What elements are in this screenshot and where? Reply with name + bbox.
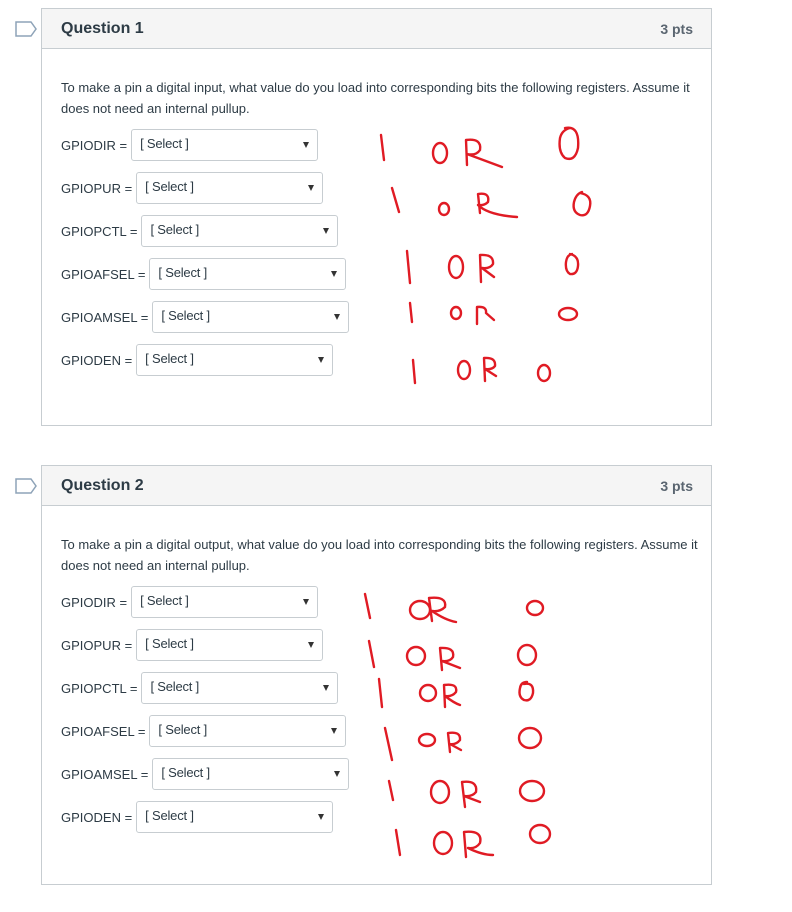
gpiopur-select[interactable]: [ Select ] xyxy=(136,629,324,661)
field-label: GPIOPUR = xyxy=(61,637,133,653)
select-value: [ Select ] xyxy=(145,179,194,194)
caret-down-icon xyxy=(323,228,330,234)
gpioafsel-select[interactable]: [ Select ] xyxy=(149,715,347,747)
question-header: Question 1 3 pts xyxy=(42,9,711,49)
question-2: Question 2 3 pts To make a pin a digital… xyxy=(41,465,712,885)
field-row-gpiopctl: GPIOPCTL = [ Select ] xyxy=(61,672,339,704)
field-label: GPIOPUR = xyxy=(61,180,133,196)
select-value: [ Select ] xyxy=(145,808,194,823)
bookmark-icon[interactable] xyxy=(15,21,37,37)
field-row-gpiopur: GPIOPUR = [ Select ] xyxy=(61,172,324,204)
select-value: [ Select ] xyxy=(150,222,200,237)
caret-down-icon xyxy=(331,271,338,277)
gpiopctl-select[interactable]: [ Select ] xyxy=(141,215,339,247)
field-label: GPIODEN = xyxy=(61,352,133,368)
select-value: [ Select ] xyxy=(140,136,189,151)
field-row-gpioafsel: GPIOAFSEL = [ Select ] xyxy=(61,258,347,290)
caret-down-icon xyxy=(308,642,315,648)
gpioamsel-select[interactable]: [ Select ] xyxy=(152,301,350,333)
field-label: GPIOAMSEL = xyxy=(61,309,149,325)
select-value: [ Select ] xyxy=(161,765,210,780)
select-value: [ Select ] xyxy=(140,593,189,608)
gpioden-select[interactable]: [ Select ] xyxy=(136,344,334,376)
field-label: GPIOPCTL = xyxy=(61,223,138,239)
caret-down-icon xyxy=(331,728,338,734)
question-points: 3 pts xyxy=(660,20,693,37)
gpiopctl-select[interactable]: [ Select ] xyxy=(141,672,339,704)
select-value: [ Select ] xyxy=(145,351,194,366)
field-row-gpiodir: GPIODIR = [ Select ] xyxy=(61,586,319,618)
field-label: GPIODIR = xyxy=(61,594,128,610)
field-label: GPIODIR = xyxy=(61,137,128,153)
caret-down-icon xyxy=(303,599,310,605)
field-label: GPIOPCTL = xyxy=(61,680,138,696)
field-row-gpiopctl: GPIOPCTL = [ Select ] xyxy=(61,215,339,247)
field-row-gpioden: GPIODEN = [ Select ] xyxy=(61,801,334,833)
field-row-gpiodir: GPIODIR = [ Select ] xyxy=(61,129,319,161)
select-value: [ Select ] xyxy=(158,722,208,737)
gpioamsel-select[interactable]: [ Select ] xyxy=(152,758,350,790)
field-row-gpioden: GPIODEN = [ Select ] xyxy=(61,344,334,376)
caret-down-icon xyxy=(308,185,315,191)
question-1: Question 1 3 pts To make a pin a digital… xyxy=(41,8,712,426)
select-value: [ Select ] xyxy=(150,679,200,694)
question-title: Question 2 xyxy=(61,476,144,494)
select-value: [ Select ] xyxy=(161,308,210,323)
question-title: Question 1 xyxy=(61,19,144,37)
field-label: GPIOAFSEL = xyxy=(61,266,146,282)
field-row-gpioafsel: GPIOAFSEL = [ Select ] xyxy=(61,715,347,747)
gpiodir-select[interactable]: [ Select ] xyxy=(131,586,319,618)
gpioafsel-select[interactable]: [ Select ] xyxy=(149,258,347,290)
gpioden-select[interactable]: [ Select ] xyxy=(136,801,334,833)
field-row-gpioamsel: GPIOAMSEL = [ Select ] xyxy=(61,758,350,790)
field-row-gpioamsel: GPIOAMSEL = [ Select ] xyxy=(61,301,350,333)
bookmark-icon[interactable] xyxy=(15,478,37,494)
field-label: GPIODEN = xyxy=(61,809,133,825)
caret-down-icon xyxy=(303,142,310,148)
select-value: [ Select ] xyxy=(158,265,208,280)
caret-down-icon xyxy=(334,771,341,777)
caret-down-icon xyxy=(323,685,330,691)
caret-down-icon xyxy=(318,814,325,820)
field-label: GPIOAFSEL = xyxy=(61,723,146,739)
field-row-gpiopur: GPIOPUR = [ Select ] xyxy=(61,629,324,661)
select-value: [ Select ] xyxy=(145,636,194,651)
gpiodir-select[interactable]: [ Select ] xyxy=(131,129,319,161)
question-prompt: To make a pin a digital input, what valu… xyxy=(61,80,690,116)
field-label: GPIOAMSEL = xyxy=(61,766,149,782)
question-points: 3 pts xyxy=(660,477,693,494)
question-header: Question 2 3 pts xyxy=(42,466,711,506)
caret-down-icon xyxy=(318,357,325,363)
question-prompt: To make a pin a digital output, what val… xyxy=(61,537,698,573)
gpiopur-select[interactable]: [ Select ] xyxy=(136,172,324,204)
caret-down-icon xyxy=(334,314,341,320)
